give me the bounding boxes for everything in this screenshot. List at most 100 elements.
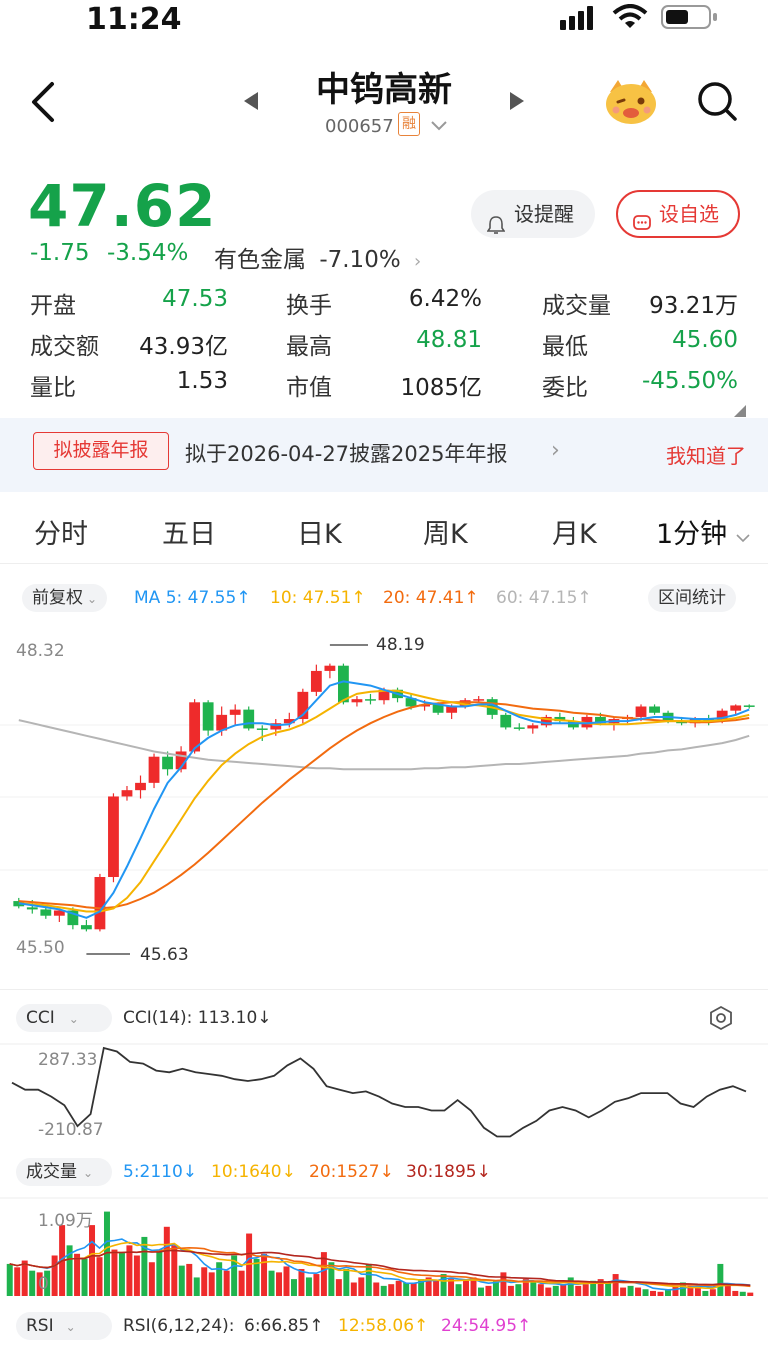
volume-bar bbox=[163, 1226, 170, 1296]
volume-bar bbox=[702, 1290, 709, 1296]
volume-bar bbox=[388, 1284, 395, 1296]
volume-bar bbox=[575, 1285, 582, 1296]
ma-line bbox=[18, 719, 750, 771]
banner-text: 拟于2026-04-27披露2025年年报 bbox=[185, 442, 508, 466]
candle-body bbox=[351, 699, 363, 703]
volume-bar bbox=[290, 1279, 297, 1296]
cci-line bbox=[11, 1046, 747, 1138]
adjust-selector[interactable]: 前复权 ⌄ bbox=[22, 584, 108, 612]
stat-value: 1.53 bbox=[176, 368, 228, 394]
ma-line bbox=[18, 701, 750, 910]
tab-0[interactable]: 分时 bbox=[34, 512, 88, 551]
candle-body bbox=[324, 665, 336, 671]
volume-bar bbox=[358, 1277, 365, 1296]
volume-bar bbox=[395, 1280, 402, 1296]
volume-bar bbox=[672, 1285, 679, 1296]
tab-active-underline bbox=[0, 563, 768, 564]
candle-body bbox=[338, 665, 349, 703]
volume-bar bbox=[620, 1287, 627, 1296]
candle-body bbox=[256, 728, 268, 730]
rsi-6: 6:66.85↑ bbox=[244, 1316, 324, 1336]
vol-ma30: 30:1895↓ bbox=[406, 1162, 491, 1182]
cci-chart[interactable] bbox=[0, 1040, 768, 1148]
volume-bar bbox=[530, 1282, 537, 1296]
cci-value: CCI(14): 113.10↓ bbox=[123, 1008, 272, 1028]
tab-2[interactable]: 日K bbox=[297, 512, 342, 551]
tab-4[interactable]: 月K bbox=[552, 512, 597, 551]
cci-axis-top: 287.33 bbox=[38, 1050, 98, 1070]
volume-bar bbox=[298, 1268, 305, 1296]
ma10-value: 10: 47.51↑ bbox=[270, 588, 366, 608]
banner-dismiss[interactable]: 我知道了 bbox=[666, 440, 746, 469]
candle-body bbox=[500, 714, 512, 728]
volume-chart[interactable] bbox=[0, 1196, 768, 1300]
volume-bar bbox=[201, 1267, 208, 1296]
volume-bar bbox=[81, 1258, 88, 1296]
candle-body bbox=[527, 725, 539, 729]
volume-bar bbox=[560, 1284, 567, 1296]
ma-line bbox=[18, 689, 750, 913]
volume-bar bbox=[261, 1253, 268, 1296]
volume-bar bbox=[283, 1266, 290, 1296]
settings-icon[interactable] bbox=[708, 1005, 734, 1035]
high-marker-label: 48.19 bbox=[376, 635, 425, 655]
volume-bar bbox=[732, 1290, 739, 1296]
tab-5[interactable]: 1分钟 bbox=[656, 512, 727, 551]
volume-bar bbox=[635, 1287, 642, 1296]
candle-body bbox=[243, 709, 255, 729]
chevron-right-icon: › bbox=[551, 438, 560, 463]
sector-info[interactable]: 有色金属 -7.10% › bbox=[214, 240, 421, 274]
chevron-down-icon[interactable] bbox=[430, 118, 448, 137]
add-watchlist-label: 设自选 bbox=[659, 202, 719, 226]
annual-report-banner[interactable]: 拟披露年报 拟于2026-04-27披露2025年年报 › 我知道了 bbox=[0, 418, 768, 492]
add-watchlist-button[interactable]: 设自选 bbox=[616, 190, 740, 238]
current-price: 47.62 bbox=[28, 172, 217, 240]
volume-bar bbox=[650, 1290, 657, 1296]
tab-1[interactable]: 五日 bbox=[162, 512, 216, 551]
volume-selector-label: 成交量 bbox=[26, 1162, 77, 1182]
candle-body bbox=[40, 909, 52, 916]
volume-bar bbox=[186, 1263, 193, 1296]
search-icon[interactable] bbox=[696, 80, 738, 126]
candle-body bbox=[743, 705, 755, 707]
cci-selector[interactable]: CCI ⌄ bbox=[16, 1004, 112, 1032]
volume-bar bbox=[694, 1287, 701, 1296]
stat-value: 6.42% bbox=[408, 286, 482, 312]
candle-body bbox=[162, 756, 173, 770]
battery-icon bbox=[660, 4, 720, 30]
ma60-value: 60: 47.15↑ bbox=[496, 588, 592, 608]
kline-chart[interactable] bbox=[0, 625, 768, 970]
stat-value: 45.60 bbox=[672, 327, 738, 353]
volume-bar bbox=[500, 1272, 507, 1296]
stat-label: 市值 bbox=[286, 375, 332, 401]
volume-selector[interactable]: 成交量 ⌄ bbox=[16, 1158, 112, 1186]
volume-bar bbox=[305, 1277, 312, 1296]
signal-icon bbox=[560, 6, 600, 30]
range-stats-button[interactable]: 区间统计 bbox=[648, 584, 736, 612]
set-alert-label: 设提醒 bbox=[514, 202, 574, 226]
volume-bar bbox=[515, 1284, 522, 1296]
volume-bar bbox=[343, 1268, 350, 1296]
cci-selector-label: CCI bbox=[26, 1008, 55, 1028]
sector-name: 有色金属 bbox=[214, 247, 306, 273]
volume-bar bbox=[410, 1283, 417, 1296]
candle-body bbox=[202, 702, 214, 731]
volume-bar bbox=[612, 1274, 619, 1296]
mascot-icon[interactable] bbox=[604, 76, 658, 126]
volume-bar bbox=[335, 1279, 342, 1296]
volume-bar bbox=[313, 1274, 320, 1296]
set-alert-button[interactable]: 设提醒 bbox=[471, 190, 595, 238]
volume-bar bbox=[605, 1282, 612, 1296]
chevron-down-icon[interactable] bbox=[736, 528, 750, 547]
volume-bar bbox=[448, 1279, 455, 1296]
volume-bar bbox=[739, 1291, 746, 1296]
volume-bar bbox=[111, 1249, 118, 1296]
volume-bar bbox=[455, 1284, 462, 1296]
volume-bar bbox=[403, 1282, 410, 1296]
stat-label: 成交额 bbox=[30, 334, 99, 360]
stat-value: 43.93亿 bbox=[139, 334, 228, 360]
rsi-selector[interactable]: RSI ⌄ bbox=[16, 1312, 112, 1340]
volume-bar bbox=[216, 1262, 223, 1296]
tab-3[interactable]: 周K bbox=[423, 512, 468, 551]
volume-bar bbox=[717, 1263, 724, 1296]
